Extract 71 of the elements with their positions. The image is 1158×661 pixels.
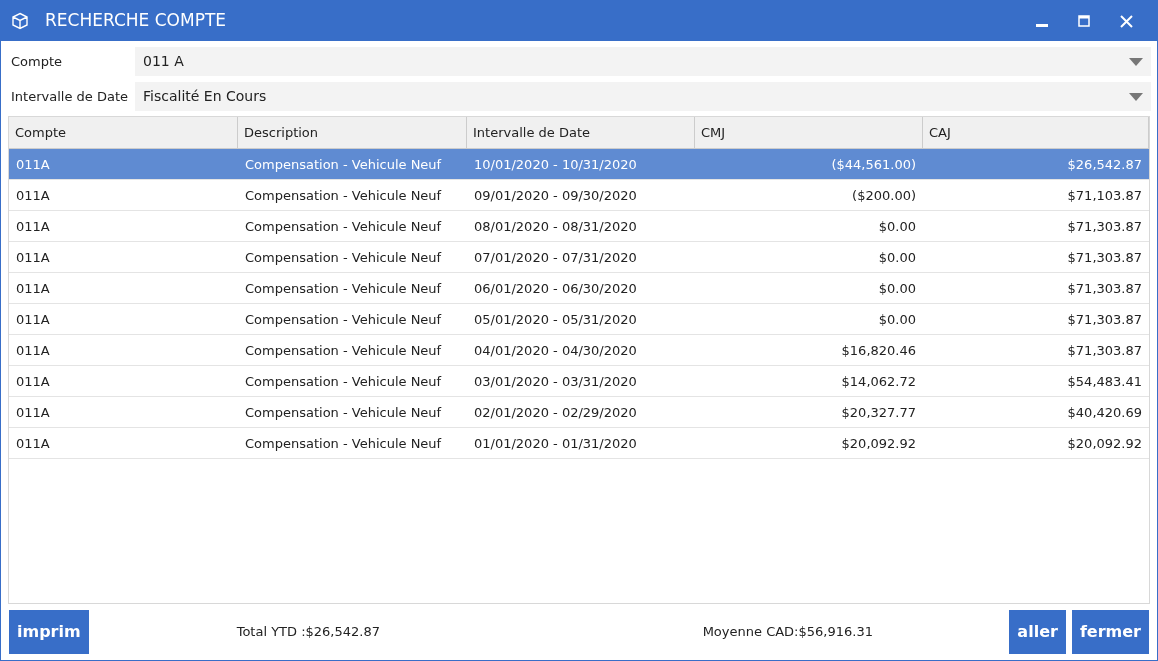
table-cell: $71,103.87	[923, 180, 1149, 212]
table-cell: Compensation - Vehicule Neuf	[238, 366, 467, 398]
table-cell: Compensation - Vehicule Neuf	[238, 211, 467, 243]
table-cell: 09/01/2020 - 09/30/2020	[467, 180, 695, 212]
table-cell: $54,483.41	[923, 366, 1149, 398]
table-cell: 011A	[9, 242, 238, 274]
table-cell: Compensation - Vehicule Neuf	[238, 428, 467, 460]
table-cell: $71,303.87	[923, 242, 1149, 274]
field-label: Compte	[11, 53, 64, 71]
close-icon	[1119, 14, 1133, 28]
window-title: RECHERCHE COMPTE	[45, 9, 227, 33]
table-cell: 011A	[9, 304, 238, 336]
field-label: Intervalle de Date	[11, 88, 129, 106]
table-cell: Compensation - Vehicule Neuf	[238, 273, 467, 305]
table-cell: 02/01/2020 - 02/29/2020	[467, 397, 695, 429]
table-cell: 011A	[9, 428, 238, 460]
table-cell: Compensation - Vehicule Neuf	[238, 304, 467, 336]
table-cell: 011A	[9, 397, 238, 429]
table-cell: $71,303.87	[923, 304, 1149, 336]
table-cell: 03/01/2020 - 03/31/2020	[467, 366, 695, 398]
table-cell: 04/01/2020 - 04/30/2020	[467, 335, 695, 367]
table-cell: Compensation - Vehicule Neuf	[238, 180, 467, 212]
table-cell: 011A	[9, 366, 238, 398]
table-cell: 011A	[9, 180, 238, 212]
table-cell: $0.00	[695, 304, 923, 336]
table-cell: $14,062.72	[695, 366, 923, 398]
table-cell: Compensation - Vehicule Neuf	[238, 242, 467, 274]
table-cell: Compensation - Vehicule Neuf	[238, 397, 467, 429]
action-button[interactable]: fermer	[1071, 610, 1149, 654]
table-cell: 10/01/2020 - 10/31/2020	[467, 149, 695, 181]
table-cell: 011A	[9, 273, 238, 305]
action-button[interactable]: aller	[1009, 610, 1066, 654]
table-cell: ($200.00)	[695, 180, 923, 212]
table-cell: $0.00	[695, 211, 923, 243]
table-cell: Compensation - Vehicule Neuf	[238, 149, 467, 181]
table-cell: 011A	[9, 149, 238, 181]
table-cell: $20,327.77	[695, 397, 923, 429]
maximize-icon	[1078, 15, 1090, 27]
table-cell: Compensation - Vehicule Neuf	[238, 335, 467, 367]
table-cell: $20,092.92	[923, 428, 1149, 460]
print-button[interactable]: imprim	[9, 610, 89, 654]
table-cell: $0.00	[695, 273, 923, 305]
table-cell: $26,542.87	[923, 149, 1149, 181]
table-cell: $0.00	[695, 242, 923, 274]
table-cell: 07/01/2020 - 07/31/2020	[467, 242, 695, 274]
column-header[interactable]: Compte	[9, 117, 238, 150]
minimize-icon	[1036, 24, 1048, 27]
dropdown-field[interactable]: 011 A	[135, 47, 1151, 77]
table-cell: $40,420.69	[923, 397, 1149, 429]
average-text: Moyenne CAD:$56,916.31	[702, 623, 874, 642]
table-cell: $71,303.87	[923, 273, 1149, 305]
table-cell: 011A	[9, 335, 238, 367]
dropdown-arrow-icon	[1129, 92, 1143, 101]
table-cell: ($44,561.00)	[695, 149, 923, 181]
total-text: Total YTD :$26,542.87	[236, 623, 381, 642]
column-header[interactable]: Intervalle de Date	[467, 117, 695, 150]
table-cell: 01/01/2020 - 01/31/2020	[467, 428, 695, 460]
table-cell: 06/01/2020 - 06/30/2020	[467, 273, 695, 305]
column-header[interactable]: CAJ	[923, 117, 1149, 150]
dropdown-field[interactable]: Fiscalité En Cours	[135, 82, 1151, 112]
column-header[interactable]: CMJ	[695, 117, 923, 150]
table-cell: 05/01/2020 - 05/31/2020	[467, 304, 695, 336]
table-cell: $20,092.92	[695, 428, 923, 460]
table-cell: 011A	[9, 211, 238, 243]
table-cell: $71,303.87	[923, 211, 1149, 243]
column-header[interactable]: Description	[238, 117, 467, 150]
dropdown-arrow-icon	[1129, 57, 1143, 66]
table-cell: 08/01/2020 - 08/31/2020	[467, 211, 695, 243]
table-cell: $16,820.46	[695, 335, 923, 367]
table-cell: $71,303.87	[923, 335, 1149, 367]
cube-icon	[11, 12, 29, 30]
